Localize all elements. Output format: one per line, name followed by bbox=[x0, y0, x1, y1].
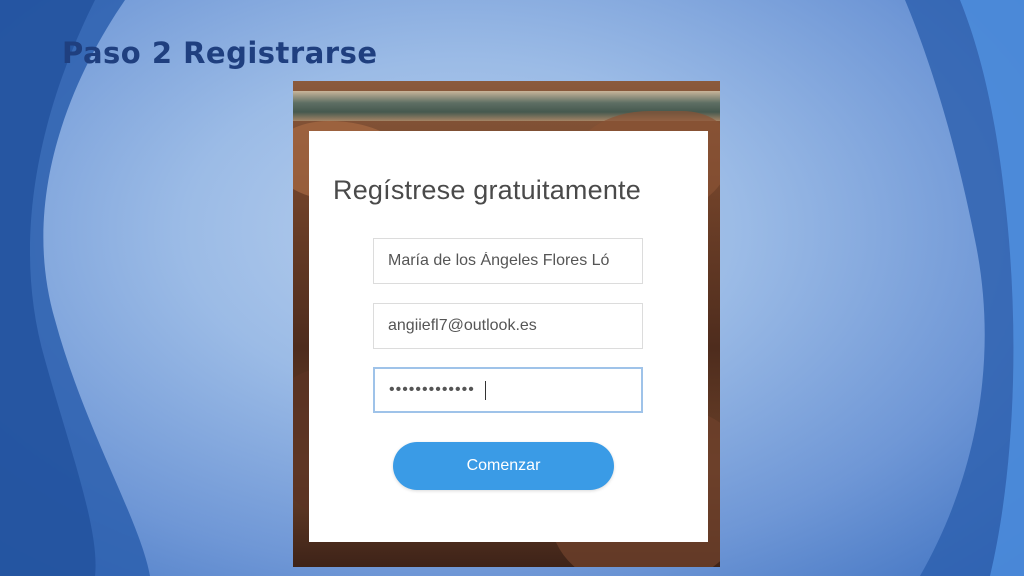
signup-card: Regístrese gratuitamente Comenzar bbox=[309, 131, 708, 542]
name-field[interactable] bbox=[373, 238, 643, 284]
start-button[interactable]: Comenzar bbox=[393, 442, 614, 490]
text-cursor bbox=[485, 381, 486, 400]
slide-title: Paso 2 Registrarse bbox=[62, 36, 378, 70]
password-field[interactable] bbox=[373, 367, 643, 413]
signup-heading: Regístrese gratuitamente bbox=[333, 175, 641, 205]
email-field[interactable] bbox=[373, 303, 643, 349]
